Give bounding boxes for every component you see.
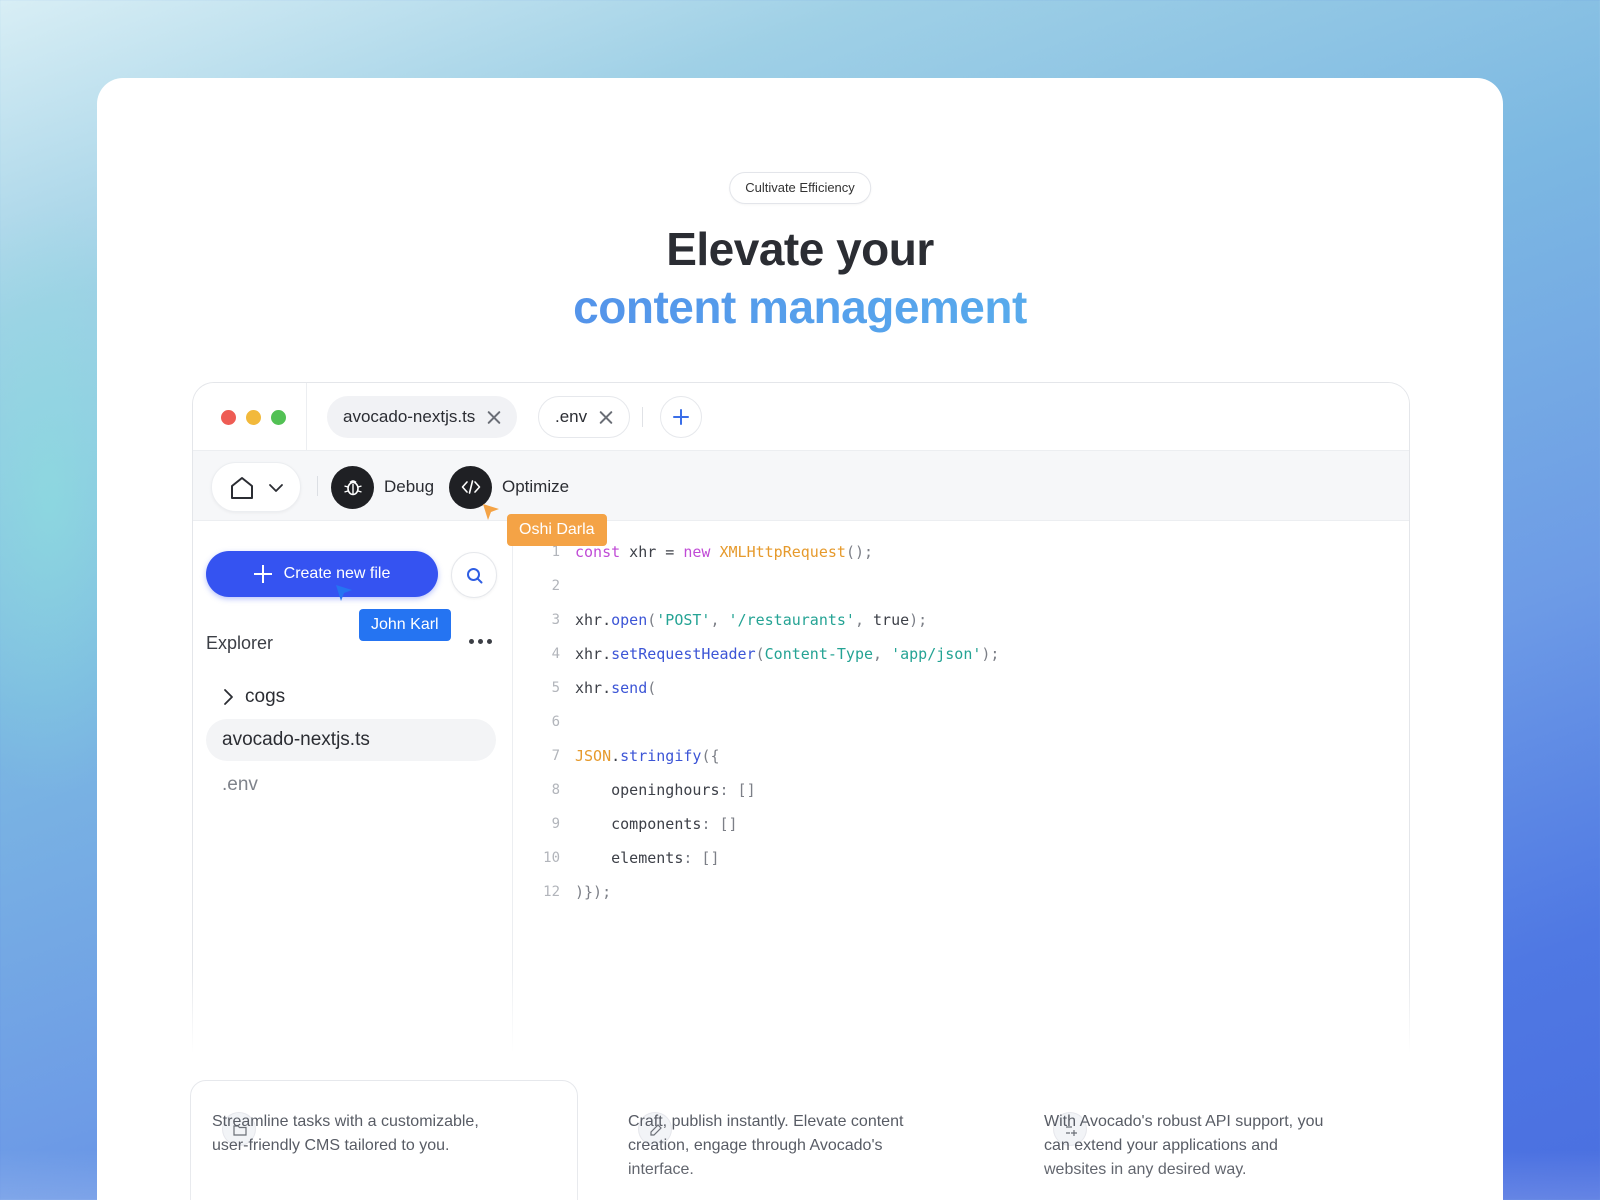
create-new-file-label: Create new file [283, 565, 391, 582]
line-number: 12 [543, 884, 560, 900]
debug-button[interactable]: Debug [331, 465, 434, 509]
create-new-file-button[interactable]: Create new file [206, 551, 438, 597]
hero-title-line2: content management [97, 278, 1503, 336]
home-dropdown-button[interactable] [211, 462, 301, 512]
code-line: 3 xhr.open('POST', '/restaurants', true)… [513, 603, 928, 637]
toolbar-divider [317, 476, 318, 496]
window-fade [187, 968, 1415, 1068]
code-text: xhr.open('POST', '/restaurants', true); [575, 611, 928, 629]
landing-card: Cultivate Efficiency Elevate your conten… [97, 78, 1503, 1200]
line-number: 10 [543, 850, 560, 866]
chevron-right-icon [224, 689, 233, 705]
explorer-title: Explorer [206, 633, 274, 653]
chevron-down-icon [269, 484, 283, 492]
tree-file-env[interactable]: .env [222, 774, 258, 796]
code-text: xhr.setRequestHeader(Content-Type, 'app/… [575, 645, 1000, 663]
optimize-label: Optimize [502, 477, 570, 496]
close-window-button[interactable] [221, 410, 236, 425]
debug-label: Debug [384, 477, 435, 496]
code-line: 7 JSON.stringify({ [513, 739, 720, 773]
code-text: )}); [575, 883, 612, 901]
search-icon [467, 568, 483, 584]
code-line: 4 xhr.setRequestHeader(Content-Type, 'ap… [513, 637, 1000, 671]
tab-label: avocado-nextjs.ts [343, 407, 476, 426]
line-number: 7 [551, 748, 560, 764]
line-number: 9 [551, 816, 560, 832]
window-titlebar: avocado-nextjs.ts .env [193, 383, 1409, 451]
cursor-label-oshi-darla: Oshi Darla [507, 514, 607, 546]
window-controls [221, 410, 286, 425]
more-options-icon[interactable] [469, 639, 495, 647]
line-number: 4 [551, 646, 560, 662]
cursor-arrow-orange-icon [483, 504, 499, 520]
tree-item-label: cogs [245, 686, 286, 707]
editor-toolbar: Debug Optimize [193, 451, 1409, 521]
code-line: 12 )}); [513, 875, 611, 909]
maximize-window-button[interactable] [271, 410, 286, 425]
code-text: xhr.send( [575, 679, 657, 697]
line-number: 8 [551, 782, 560, 798]
line-number: 2 [551, 578, 560, 594]
code-text: openinghours: [] [575, 781, 756, 799]
code-line: 5 xhr.send( [513, 671, 657, 705]
cursor-label-john-karl: John Karl [359, 609, 451, 641]
hero-title: Elevate your content management [97, 220, 1503, 336]
bug-icon [331, 465, 374, 509]
plus-icon [253, 565, 272, 583]
minimize-window-button[interactable] [246, 410, 261, 425]
code-line: 6 [513, 705, 560, 739]
code-text: components: [] [575, 815, 738, 833]
tab-env[interactable]: .env [538, 396, 631, 438]
tab-label: .env [555, 407, 588, 426]
code-line: 9 components: [] [513, 807, 738, 841]
bottom-fade [0, 1150, 1600, 1200]
optimize-button[interactable]: Optimize [449, 465, 569, 509]
hero-badge: Cultivate Efficiency [729, 172, 871, 204]
line-number: 5 [551, 680, 560, 696]
code-line: 2 [513, 569, 560, 603]
tree-folder-cogs[interactable]: cogs [221, 686, 285, 708]
hero-title-line1: Elevate your [666, 223, 934, 275]
search-button[interactable] [451, 552, 497, 598]
code-text: JSON.stringify({ [575, 747, 720, 765]
tab-divider [642, 407, 643, 427]
tab-avocado-nextjs[interactable]: avocado-nextjs.ts [327, 396, 518, 438]
home-icon [231, 477, 253, 499]
close-icon[interactable] [487, 410, 501, 424]
add-tab-button[interactable] [660, 396, 702, 438]
code-line: 8 openinghours: [] [513, 773, 756, 807]
titlebar-divider [306, 383, 307, 451]
code-text: const xhr = new XMLHttpRequest(); [575, 543, 874, 561]
line-number: 6 [551, 714, 560, 730]
close-icon[interactable] [599, 410, 613, 424]
line-number: 3 [551, 612, 560, 628]
code-line: 10 elements: [] [513, 841, 719, 875]
editor-window: avocado-nextjs.ts .env Debug Optimize Cr… [192, 382, 1410, 1062]
cursor-arrow-blue-icon [336, 585, 352, 601]
tree-file-avocado-nextjs[interactable]: avocado-nextjs.ts [206, 719, 496, 761]
code-text: elements: [] [575, 849, 720, 867]
